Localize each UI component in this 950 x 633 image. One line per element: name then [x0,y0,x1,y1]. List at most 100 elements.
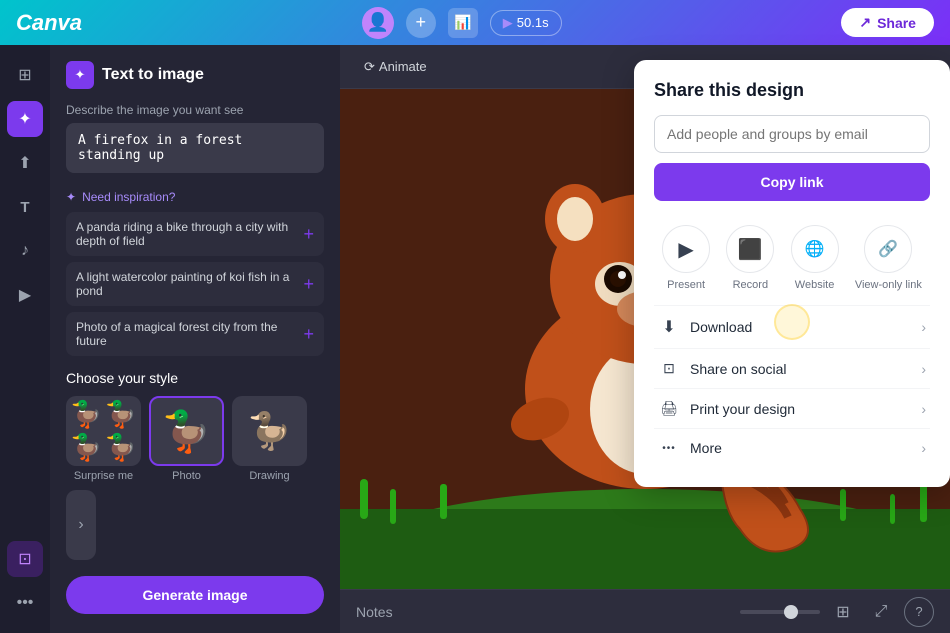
inspiration-label: Need inspiration? [82,190,175,204]
add-icon[interactable]: + [303,225,314,243]
generate-button[interactable]: Generate image [66,576,324,614]
panel-header: ✦ Text to image [66,61,324,89]
inspiration-text: Photo of a magical forest city from the … [76,320,303,348]
inspiration-header: ✦ Need inspiration? [66,190,324,204]
style-item-surprise[interactable]: 🦆🦆🦆🦆 Surprise me [66,396,141,482]
style-label: Drawing [249,470,289,482]
sidebar-item-more[interactable]: ••• [7,585,43,621]
sidebar-item-video[interactable]: ▶ [7,277,43,313]
print-label: Print your design [690,401,795,417]
topbar: Canva 👤 + 📊 ▶ 50.1s ↗ Share [0,0,950,45]
share-social-label: Share on social [690,361,787,377]
analytics-button[interactable]: 📊 [448,8,478,38]
topbar-right: ↗ Share [841,8,934,37]
style-item-drawing[interactable]: 🦆 Drawing [232,396,307,482]
view-only-label: View-only link [855,279,922,291]
canva-logo: Canva [16,10,82,36]
sidebar-item-uploads[interactable]: ⬆ [7,145,43,181]
more-arrow: › [921,440,926,456]
download-label: Download [690,319,752,335]
style-thumb-surprise: 🦆🦆🦆🦆 [66,396,141,466]
view-only-icon-circle: 🔗 [864,225,912,273]
bottom-tools: ⊞ ⤢ ? [740,597,934,627]
grid-view-button[interactable]: ⊞ [828,597,858,627]
add-icon[interactable]: + [303,275,314,293]
style-item-photo[interactable]: 🦆 Photo [149,396,224,482]
print-icon: 🖨 [658,400,680,417]
copy-link-button[interactable]: Copy link [654,163,930,201]
style-grid: 🦆🦆🦆🦆 Surprise me 🦆 Photo 🦆 Drawing › [66,396,324,560]
topbar-center: 👤 + 📊 ▶ 50.1s [362,7,562,39]
sidebar-item-elements[interactable]: ✦ [7,101,43,137]
print-arrow: › [921,401,926,417]
website-label: Website [795,279,835,291]
animate-label: Animate [379,59,427,74]
sidebar-item-text[interactable]: T [7,189,43,225]
share-icons-row: ▶ Present ⬛ Record 🌐 Website 🔗 View-only… [654,217,930,306]
view-only-option[interactable]: 🔗 View-only link [855,225,922,291]
description-label: Describe the image you want see [66,103,324,117]
more-icon: ••• [658,443,680,454]
record-icon: ⬛ [738,237,763,262]
print-item[interactable]: 🖨 Print your design › [654,389,930,429]
add-icon[interactable]: + [303,325,314,343]
timer-button[interactable]: ▶ 50.1s [490,10,562,36]
more-left: ••• More [658,440,722,456]
download-left: ⬇ Download [658,317,752,337]
more-item[interactable]: ••• More › [654,429,930,467]
email-input[interactable] [654,115,930,153]
avatar[interactable]: 👤 [362,7,394,39]
share-social-arrow: › [921,361,926,377]
inspiration-item[interactable]: Photo of a magical forest city from the … [66,312,324,356]
share-icon: ↗ [859,14,871,31]
share-social-icon: ⊡ [658,360,680,377]
style-thumb-photo: 🦆 [149,396,224,466]
left-sidebar: ⊞ ✦ ⬆ T ♪ ▶ ⊡ ••• [0,45,50,633]
share-social-left: ⊡ Share on social [658,360,787,377]
share-title: Share this design [654,80,930,101]
present-option[interactable]: ▶ Present [662,225,710,291]
animate-button[interactable]: ⟳ Animate [356,55,435,79]
zoom-slider-thumb[interactable] [784,605,798,619]
inspiration-item[interactable]: A light watercolor painting of koi fish … [66,262,324,306]
website-option[interactable]: 🌐 Website [791,225,839,291]
download-item[interactable]: ⬇ Download › [654,306,930,349]
sidebar-item-audio[interactable]: ♪ [7,233,43,269]
record-icon-circle: ⬛ [726,225,774,273]
share-panel: Share this design Copy link ▶ Present ⬛ … [634,60,950,487]
sidebar-item-apps[interactable]: ⊡ [7,541,43,577]
record-option[interactable]: ⬛ Record [726,225,774,291]
present-icon: ▶ [678,237,693,262]
bottom-bar: Notes ⊞ ⤢ ? [340,589,950,633]
share-social-item[interactable]: ⊡ Share on social › [654,349,930,389]
website-icon: 🌐 [805,239,825,259]
help-button[interactable]: ? [904,597,934,627]
record-label: Record [733,279,768,291]
play-icon: ▶ [503,15,513,31]
notes-label[interactable]: Notes [356,604,393,620]
style-more-button[interactable]: › [66,490,96,560]
download-arrow: › [921,319,926,335]
timer-value: 50.1s [517,15,549,30]
view-only-icon: 🔗 [878,239,898,259]
style-thumb-drawing: 🦆 [232,396,307,466]
zoom-slider[interactable] [740,610,820,614]
share-label: Share [877,15,916,31]
animate-icon: ⟳ [364,59,375,75]
left-panel: ✦ Text to image Describe the image you w… [50,45,340,633]
more-label: More [690,440,722,456]
chart-icon: 📊 [454,14,471,31]
panel-title: Text to image [102,66,204,84]
sidebar-item-layout[interactable]: ⊞ [7,57,43,93]
share-button[interactable]: ↗ Share [841,8,934,37]
present-icon-circle: ▶ [662,225,710,273]
inspiration-item[interactable]: A panda riding a bike through a city wit… [66,212,324,256]
add-button[interactable]: + [406,8,436,38]
panel-header-icon: ✦ [66,61,94,89]
inspiration-text: A light watercolor painting of koi fish … [76,270,303,298]
style-label: Surprise me [74,470,133,482]
fullscreen-button[interactable]: ⤢ [866,597,896,627]
print-left: 🖨 Print your design [658,400,795,417]
description-input[interactable]: A firefox in a forest standing up [66,123,324,173]
present-label: Present [667,279,705,291]
